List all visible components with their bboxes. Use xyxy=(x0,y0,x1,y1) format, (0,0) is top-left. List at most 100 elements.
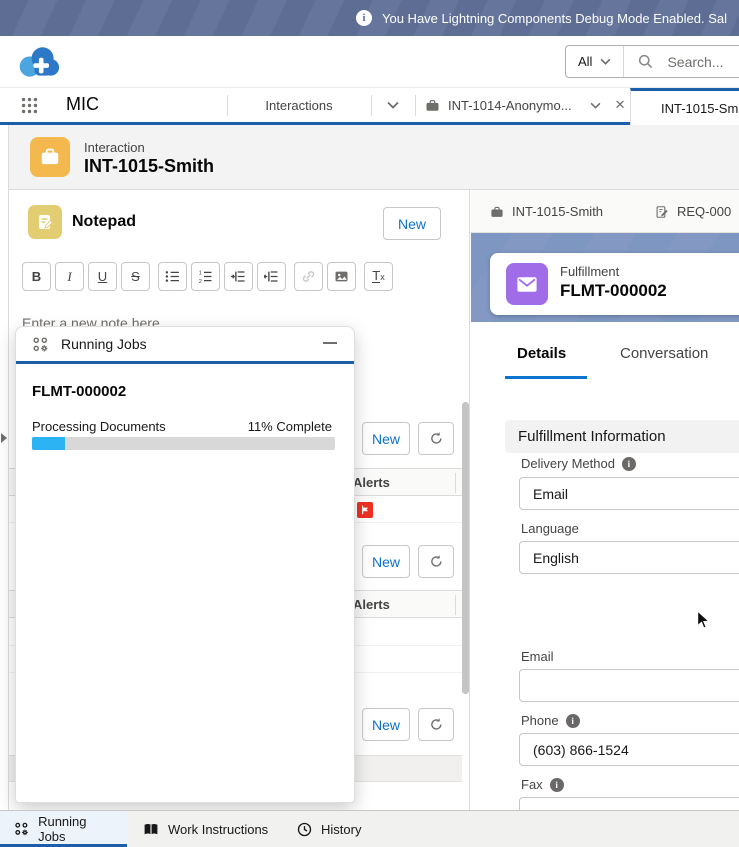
subtab-req-label: REQ-000 xyxy=(677,204,731,219)
chevron-down-icon xyxy=(387,101,399,109)
related-list-new-button[interactable]: New xyxy=(362,422,410,455)
subtab-req[interactable]: REQ-000 xyxy=(655,190,731,233)
nav-tab-int-1015-active[interactable]: INT-1015-Sm... xyxy=(630,88,739,125)
info-icon: i xyxy=(356,10,372,26)
column-divider xyxy=(455,473,456,493)
bullet-list-icon xyxy=(165,269,180,284)
italic-button[interactable]: I xyxy=(55,262,84,291)
outdent-icon xyxy=(264,269,279,284)
left-panel-scrollbar[interactable] xyxy=(462,402,469,694)
global-header: All Search... xyxy=(0,36,739,88)
language-field[interactable]: English xyxy=(519,541,739,574)
phone-label: Phone i xyxy=(521,713,580,728)
running-jobs-icon xyxy=(14,821,29,837)
section-title: Fulfillment Information xyxy=(518,428,666,445)
utility-work-instructions-label: Work Instructions xyxy=(168,822,268,837)
bullet-list-button[interactable] xyxy=(158,262,187,291)
delivery-method-field[interactable]: Email xyxy=(519,477,739,510)
column-divider xyxy=(455,595,456,615)
search-scope-label: All xyxy=(578,54,592,69)
underline-button[interactable]: U xyxy=(88,262,117,291)
fax-label: Fax i xyxy=(521,777,564,792)
global-search: All Search... xyxy=(565,45,739,78)
job-step-label: Processing Documents xyxy=(32,419,166,434)
utility-history[interactable]: History xyxy=(283,811,375,847)
running-jobs-popup: Running Jobs FLMT-000002 Processing Docu… xyxy=(15,326,355,803)
fulfillment-header-card: Fulfillment FLMT-000002 xyxy=(490,253,739,315)
running-jobs-popup-header[interactable]: Running Jobs xyxy=(16,327,354,364)
notepad-new-label: New xyxy=(398,216,426,232)
tab-conversation[interactable]: Conversation xyxy=(620,345,708,362)
nav-tab-interactions-menu[interactable] xyxy=(371,88,415,122)
close-tab-icon[interactable]: ✕ xyxy=(615,97,626,113)
delivery-method-label: Delivery Method i xyxy=(521,456,636,471)
section-fulfillment-information[interactable]: Fulfillment Information xyxy=(505,420,739,453)
language-label: Language xyxy=(521,521,579,536)
svg-text:2: 2 xyxy=(199,279,202,284)
related-list-new-button[interactable]: New xyxy=(362,545,410,578)
left-rail xyxy=(0,125,9,810)
info-icon[interactable]: i xyxy=(622,457,636,471)
request-doc-icon xyxy=(655,205,669,219)
job-progress-label: 11% Complete xyxy=(248,419,332,434)
fax-field[interactable] xyxy=(519,797,739,810)
notepad-icon xyxy=(28,205,62,239)
subtab-int-1015-smith[interactable]: INT-1015-Smith xyxy=(490,190,603,233)
info-icon[interactable]: i xyxy=(566,714,580,728)
record-header: Interaction INT-1015-Smith xyxy=(9,125,739,190)
utility-running-jobs[interactable]: Running Jobs xyxy=(0,811,127,847)
salesforce-console: i You Have Lightning Components Debug Mo… xyxy=(0,0,739,847)
app-name[interactable]: MIC xyxy=(66,94,99,115)
alerts-column-header[interactable]: Alerts xyxy=(353,475,390,490)
expand-split-view-icon[interactable] xyxy=(1,433,7,443)
nav-tab-interactions[interactable]: Interactions xyxy=(227,88,371,122)
nav-tab-interactions-label: Interactions xyxy=(265,98,332,113)
progress-bar xyxy=(32,437,335,450)
minimize-icon[interactable] xyxy=(320,333,340,353)
link-button[interactable] xyxy=(294,262,323,291)
app-launcher-icon[interactable] xyxy=(21,97,38,114)
refresh-button[interactable] xyxy=(418,545,454,578)
clear-format-button[interactable]: Tx xyxy=(364,262,393,291)
search-scope-dropdown[interactable]: All xyxy=(566,46,624,77)
record-title: INT-1015-Smith xyxy=(84,156,214,177)
nav-tab-int-1014[interactable]: INT-1014-Anonymo... ✕ xyxy=(425,88,625,122)
refresh-icon xyxy=(429,717,444,732)
email-field[interactable] xyxy=(519,669,739,702)
alerts-column-header[interactable]: Alerts xyxy=(353,597,390,612)
running-jobs-title: Running Jobs xyxy=(61,336,147,352)
briefcase-icon xyxy=(490,205,504,219)
nav-tab-int-1015-label: INT-1015-Sm... xyxy=(661,101,739,116)
indent-icon xyxy=(231,269,246,284)
right-panel: INT-1015-Smith REQ-000 Fulfillment FLM xyxy=(471,190,739,810)
outdent-button[interactable] xyxy=(257,262,286,291)
job-id: FLMT-000002 xyxy=(32,383,126,400)
fulfillment-envelope-icon xyxy=(506,263,548,305)
numbered-list-button[interactable]: 12 xyxy=(191,262,220,291)
info-icon[interactable]: i xyxy=(550,778,564,792)
phone-field[interactable]: (603) 866-1524 xyxy=(519,733,739,766)
image-button[interactable] xyxy=(327,262,356,291)
search-input[interactable]: Search... xyxy=(624,54,737,70)
refresh-button[interactable] xyxy=(418,708,454,741)
image-icon xyxy=(334,269,349,284)
bold-button[interactable]: B xyxy=(22,262,51,291)
active-tab-underline xyxy=(505,376,587,379)
link-icon xyxy=(301,269,316,284)
search-icon xyxy=(638,54,653,69)
debug-banner-text: You Have Lightning Components Debug Mode… xyxy=(382,11,727,26)
utility-running-jobs-label: Running Jobs xyxy=(38,814,113,844)
strikethrough-button[interactable]: S xyxy=(121,262,150,291)
related-list-new-button[interactable]: New xyxy=(362,708,410,741)
utility-work-instructions[interactable]: Work Instructions xyxy=(129,811,282,847)
notepad-new-button[interactable]: New xyxy=(383,207,441,240)
tab-details[interactable]: Details xyxy=(517,345,566,362)
search-placeholder: Search... xyxy=(667,54,723,70)
refresh-icon xyxy=(429,554,444,569)
svg-text:1: 1 xyxy=(199,271,202,277)
record-entity-label: Interaction xyxy=(84,140,145,155)
app-logo-cloud-icon[interactable] xyxy=(16,42,60,80)
progress-bar-fill xyxy=(32,437,65,450)
refresh-button[interactable] xyxy=(418,422,454,455)
indent-button[interactable] xyxy=(224,262,253,291)
